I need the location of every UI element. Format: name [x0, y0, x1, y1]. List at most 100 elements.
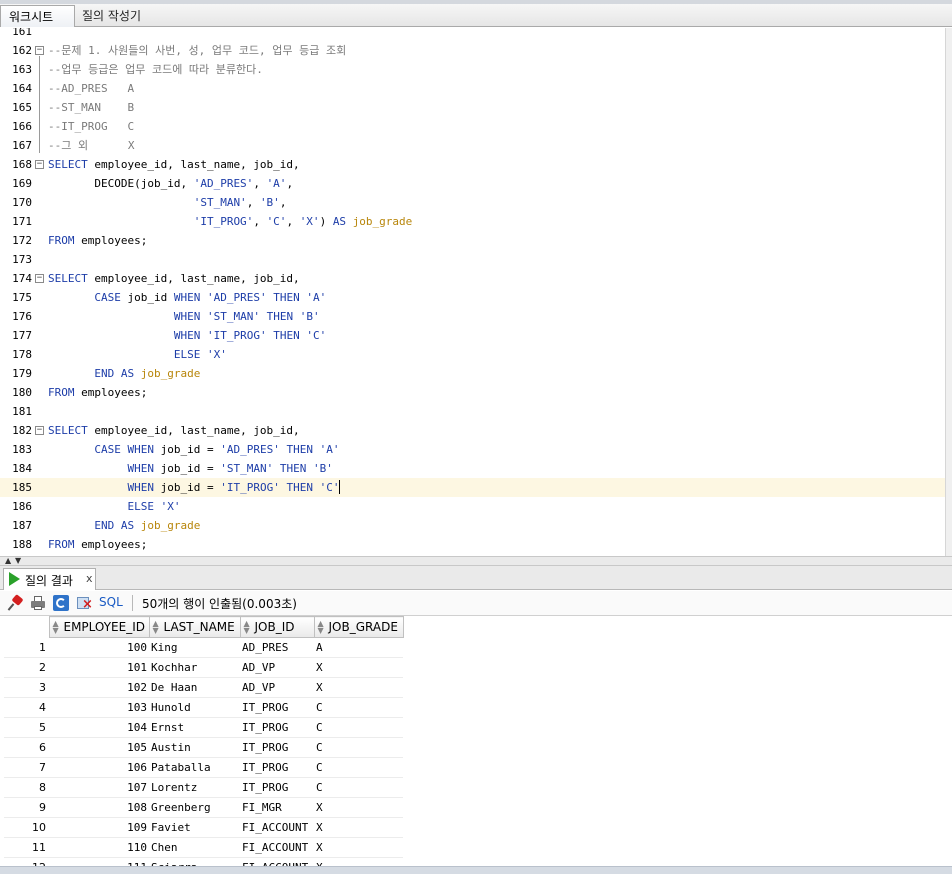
- code-line[interactable]: 177 WHEN 'IT_PROG' THEN 'C': [0, 326, 945, 345]
- code-line[interactable]: 184 WHEN job_id = 'ST_MAN' THEN 'B': [0, 459, 945, 478]
- code-line[interactable]: 185 WHEN job_id = 'IT_PROG' THEN 'C': [0, 478, 945, 497]
- table-cell[interactable]: 110: [49, 837, 149, 858]
- pin-icon[interactable]: [7, 594, 24, 611]
- table-row[interactable]: 11 110 Chen FI_ACCOUNT X: [4, 837, 403, 858]
- table-row[interactable]: 4 103 Hunold IT_PROG C: [4, 697, 403, 718]
- table-cell[interactable]: Pataballa: [149, 757, 240, 778]
- table-cell[interactable]: IT_PROG: [240, 757, 314, 778]
- clear-icon[interactable]: ×: [76, 595, 93, 611]
- column-header[interactable]: ▲ ▼ JOB_GRADE: [313, 616, 404, 638]
- print-icon[interactable]: [30, 595, 46, 611]
- table-cell[interactable]: Sciarra: [149, 857, 240, 866]
- table-cell[interactable]: X: [314, 677, 403, 698]
- table-cell[interactable]: A: [314, 637, 403, 658]
- table-cell[interactable]: Lorentz: [149, 777, 240, 798]
- code-line[interactable]: 172 FROM employees;: [0, 231, 945, 250]
- fold-toggle-icon[interactable]: −: [35, 160, 44, 169]
- code-line[interactable]: 164 --AD_PRES A: [0, 79, 945, 98]
- results-grid[interactable]: ▲ ▼ EMPLOYEE_ID ▲ ▼ LAST_NAME ▲ ▼ JOB_ID ▲ ▼ JOB…: [0, 616, 952, 866]
- table-cell[interactable]: FI_MGR: [240, 797, 314, 818]
- table-cell[interactable]: IT_PROG: [240, 737, 314, 758]
- code-line[interactable]: 162− --문제 1. 사원들의 사번, 성, 업무 코드, 업무 등급 조회: [0, 41, 945, 60]
- table-cell[interactable]: X: [314, 817, 403, 838]
- table-cell[interactable]: IT_PROG: [240, 717, 314, 738]
- table-cell[interactable]: 111: [49, 857, 149, 866]
- close-tab-button[interactable]: x: [86, 572, 93, 585]
- collapse-down-icon[interactable]: ▼: [15, 557, 21, 565]
- tab-query-builder[interactable]: 질의 작성기: [74, 5, 149, 27]
- code-line[interactable]: 175 CASE job_id WHEN 'AD_PRES' THEN 'A': [0, 288, 945, 307]
- code-line[interactable]: 183 CASE WHEN job_id = 'AD_PRES' THEN 'A…: [0, 440, 945, 459]
- table-row[interactable]: 3 102 De Haan AD_VP X: [4, 677, 403, 698]
- table-cell[interactable]: 109: [49, 817, 149, 838]
- column-header[interactable]: ▲ ▼ EMPLOYEE_ID: [48, 616, 150, 638]
- table-row[interactable]: 10 109 Faviet FI_ACCOUNT X: [4, 817, 403, 838]
- editor-scrollbar[interactable]: [945, 28, 952, 556]
- table-cell[interactable]: Austin: [149, 737, 240, 758]
- table-cell[interactable]: AD_PRES: [240, 637, 314, 658]
- table-row[interactable]: 2 101 Kochhar AD_VP X: [4, 657, 403, 678]
- table-cell[interactable]: 105: [49, 737, 149, 758]
- column-header[interactable]: ▲ ▼ LAST_NAME: [148, 616, 241, 638]
- code-line[interactable]: 181: [0, 402, 945, 421]
- code-line[interactable]: 166 --IT_PROG C: [0, 117, 945, 136]
- column-header[interactable]: ▲ ▼ JOB_ID: [239, 616, 315, 638]
- table-cell[interactable]: IT_PROG: [240, 697, 314, 718]
- table-cell[interactable]: 108: [49, 797, 149, 818]
- panel-splitter[interactable]: ▲ ▼: [0, 556, 952, 566]
- table-cell[interactable]: C: [314, 697, 403, 718]
- code-line[interactable]: 168− SELECT employee_id, last_name, job_i…: [0, 155, 945, 174]
- code-line[interactable]: 170 'ST_MAN', 'B',: [0, 193, 945, 212]
- sql-button[interactable]: SQL: [99, 595, 123, 609]
- table-cell[interactable]: FI_ACCOUNT: [240, 817, 314, 838]
- table-cell[interactable]: De Haan: [149, 677, 240, 698]
- table-cell[interactable]: X: [314, 657, 403, 678]
- code-line[interactable]: 167 --그 외 X: [0, 136, 945, 155]
- table-row[interactable]: 6 105 Austin IT_PROG C: [4, 737, 403, 758]
- table-cell[interactable]: C: [314, 717, 403, 738]
- code-line[interactable]: 186 ELSE 'X': [0, 497, 945, 516]
- table-cell[interactable]: Chen: [149, 837, 240, 858]
- table-cell[interactable]: 106: [49, 757, 149, 778]
- code-line[interactable]: 176 WHEN 'ST_MAN' THEN 'B': [0, 307, 945, 326]
- table-cell[interactable]: C: [314, 777, 403, 798]
- table-cell[interactable]: X: [314, 797, 403, 818]
- table-cell[interactable]: X: [314, 857, 403, 866]
- table-row[interactable]: 7 106 Pataballa IT_PROG C: [4, 757, 403, 778]
- code-line[interactable]: 169 DECODE(job_id, 'AD_PRES', 'A',: [0, 174, 945, 193]
- code-line[interactable]: 180 FROM employees;: [0, 383, 945, 402]
- table-cell[interactable]: 102: [49, 677, 149, 698]
- table-cell[interactable]: AD_VP: [240, 677, 314, 698]
- code-line[interactable]: 165 --ST_MAN B: [0, 98, 945, 117]
- fold-toggle-icon[interactable]: −: [35, 426, 44, 435]
- table-cell[interactable]: Greenberg: [149, 797, 240, 818]
- table-cell[interactable]: Hunold: [149, 697, 240, 718]
- tab-query-result[interactable]: 질의 결과 x: [3, 568, 96, 590]
- table-cell[interactable]: 101: [49, 657, 149, 678]
- table-cell[interactable]: C: [314, 757, 403, 778]
- table-cell[interactable]: C: [314, 737, 403, 758]
- code-line[interactable]: 182− SELECT employee_id, last_name, job_i…: [0, 421, 945, 440]
- table-cell[interactable]: 104: [49, 717, 149, 738]
- code-line[interactable]: 178 ELSE 'X': [0, 345, 945, 364]
- tab-worksheet[interactable]: 워크시트: [0, 5, 75, 27]
- fold-toggle-icon[interactable]: −: [35, 46, 44, 55]
- table-cell[interactable]: 100: [49, 637, 149, 658]
- code-line[interactable]: 161: [0, 28, 945, 41]
- table-cell[interactable]: X: [314, 837, 403, 858]
- table-cell[interactable]: FI_ACCOUNT: [240, 837, 314, 858]
- code-line[interactable]: 163 --업무 등급은 업무 코드에 따라 분류한다.: [0, 60, 945, 79]
- table-cell[interactable]: Faviet: [149, 817, 240, 838]
- table-cell[interactable]: 103: [49, 697, 149, 718]
- code-editor[interactable]: 161 162− --문제 1. 사원들의 사번, 성, 업무 코드, 업무 등급 …: [0, 28, 945, 556]
- code-line[interactable]: 188 FROM employees;: [0, 535, 945, 554]
- code-line[interactable]: 171 'IT_PROG', 'C', 'X') AS job_grade: [0, 212, 945, 231]
- table-cell[interactable]: FI_ACCOUNT: [240, 857, 314, 866]
- table-row[interactable]: 8 107 Lorentz IT_PROG C: [4, 777, 403, 798]
- collapse-up-icon[interactable]: ▲: [5, 557, 11, 565]
- code-line[interactable]: 187 END AS job_grade: [0, 516, 945, 535]
- fold-toggle-icon[interactable]: −: [35, 274, 44, 283]
- code-line[interactable]: 179 END AS job_grade: [0, 364, 945, 383]
- table-row[interactable]: 1 100 King AD_PRES A: [4, 637, 403, 658]
- code-line[interactable]: 173: [0, 250, 945, 269]
